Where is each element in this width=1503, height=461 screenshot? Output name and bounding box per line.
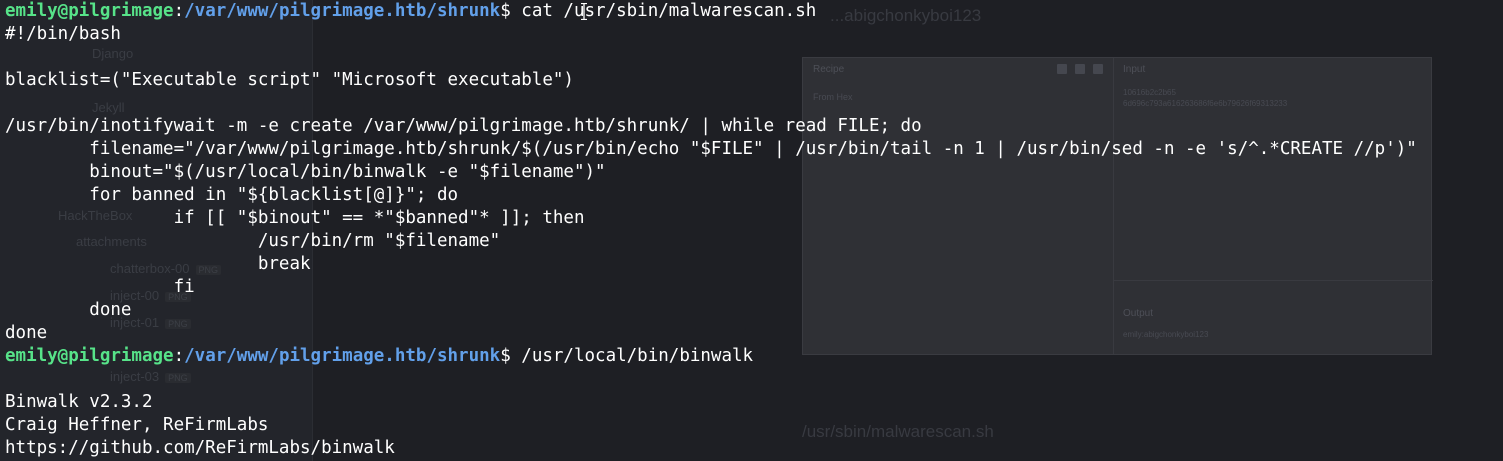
- prompt-symbol: $: [500, 1, 522, 21]
- output-line: https://github.com/ReFirmLabs/binwalk: [5, 438, 395, 458]
- output-line: blacklist=("Executable script" "Microsof…: [5, 70, 574, 90]
- prompt-line: emily@pilgrimage:/var/www/pilgrimage.htb…: [5, 345, 1503, 368]
- prompt-path: /var/www/pilgrimage.htb/shrunk: [184, 1, 501, 21]
- output-line: done: [5, 300, 132, 320]
- output-line: fi: [5, 277, 195, 297]
- command-text: /usr/local/bin/binwalk: [521, 346, 754, 366]
- output-line: binout="$(/usr/local/bin/binwalk -e "$fi…: [5, 162, 606, 182]
- output-line: Craig Heffner, ReFirmLabs: [5, 415, 269, 435]
- output-line: break: [5, 254, 311, 274]
- output-line: done: [5, 323, 48, 343]
- output-line: if [[ "$binout" == *"$banned"* ]]; then: [5, 208, 585, 228]
- prompt-symbol: $: [500, 346, 522, 366]
- terminal-window[interactable]: emily@pilgrimage:/var/www/pilgrimage.htb…: [0, 0, 1503, 461]
- prompt-user-host: emily@pilgrimage: [5, 1, 174, 21]
- prompt-line: emily@pilgrimage:/var/www/pilgrimage.htb…: [5, 0, 1503, 23]
- output-line: /usr/bin/inotifywait -m -e create /var/w…: [5, 116, 922, 136]
- command-text: cat /usr/sbin/malwarescan.sh: [521, 1, 817, 21]
- prompt-separator: :: [173, 346, 185, 366]
- output-line: #!/bin/bash: [5, 24, 121, 44]
- output-line: for banned in "${blacklist[@]}"; do: [5, 185, 459, 205]
- prompt-user-host: emily@pilgrimage: [5, 346, 174, 366]
- text-cursor-icon: [581, 3, 587, 20]
- output-line: /usr/bin/rm "$filename": [5, 231, 501, 251]
- prompt-separator: :: [173, 1, 185, 21]
- prompt-path: /var/www/pilgrimage.htb/shrunk: [184, 346, 501, 366]
- output-line: filename="/var/www/pilgrimage.htb/shrunk…: [5, 139, 1417, 159]
- output-line: Binwalk v2.3.2: [5, 392, 153, 412]
